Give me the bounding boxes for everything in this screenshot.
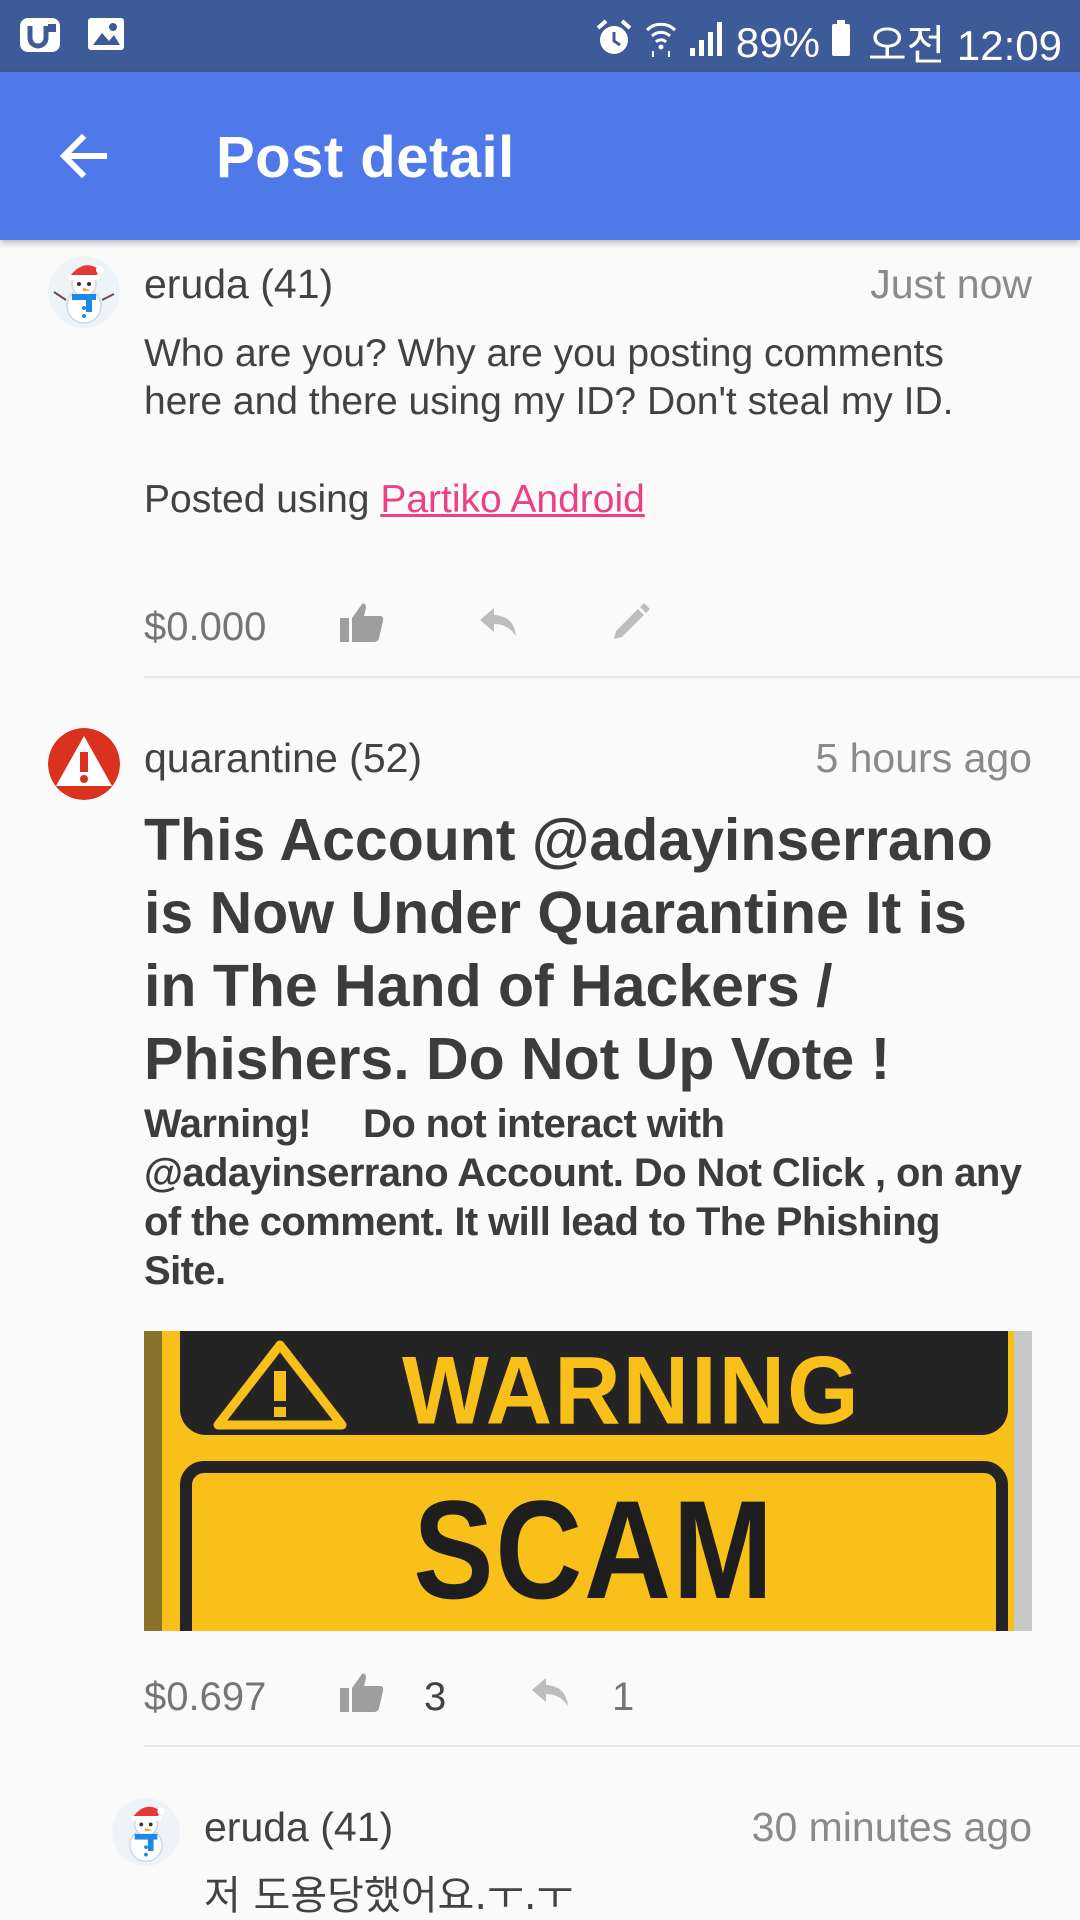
warning-rest: Do not interact with xyxy=(363,1102,725,1146)
battery-percent: 89% xyxy=(735,18,820,66)
warning-line: of the comment. It will lead to The Phis… xyxy=(144,1200,940,1244)
comment-time: 5 hours ago xyxy=(815,735,1032,781)
wifi-icon xyxy=(644,18,678,68)
gallery-icon xyxy=(86,14,126,61)
comment-time: Just now xyxy=(870,261,1032,307)
reply-icon[interactable] xyxy=(476,602,610,652)
thumb-up-icon[interactable] xyxy=(338,1670,424,1724)
edit-icon[interactable] xyxy=(610,601,652,653)
warning-line: Site. xyxy=(144,1249,226,1293)
warning-line: @adayinserrano Account. Do Not Click , o… xyxy=(144,1151,1022,1195)
posted-using: Posted using Partiko Android xyxy=(144,476,645,524)
warning-paragraph: Warning! Do not interact with @adayinserr… xyxy=(144,1100,1024,1296)
alarm-icon xyxy=(594,18,634,68)
image-border xyxy=(1014,1331,1032,1631)
status-bar: 89% 오전 12:09 xyxy=(0,0,1080,72)
warning-triangle-icon xyxy=(213,1340,347,1430)
comment-body: 저 도용당했어요.ㅜ.ㅜ xyxy=(204,1873,574,1919)
image-scam-alert-text: SCAM ALERT! xyxy=(413,1471,775,1628)
headline-line: This Account @adayinserrano xyxy=(144,807,993,873)
reply-icon[interactable] xyxy=(528,1672,612,1722)
warning-label: Warning! xyxy=(144,1102,312,1146)
app-icon xyxy=(18,14,64,61)
comment-body: Who are you? Why are you posting comment… xyxy=(144,330,1024,426)
status-bar-left xyxy=(18,14,126,61)
headline-line: Phishers. Do Not Up Vote ! xyxy=(144,1026,891,1092)
payout-value: $0.000 xyxy=(144,604,267,649)
status-bar-right: 89% 오전 12:09 xyxy=(594,12,1062,73)
divider xyxy=(144,1745,1080,1747)
reply-count: 1 xyxy=(612,1674,635,1719)
headline-line: in The Hand of Hackers / xyxy=(144,953,833,1019)
post-headline: This Account @adayinserrano is Now Under… xyxy=(144,804,1024,1096)
arrow-back-icon[interactable] xyxy=(52,124,116,188)
headline-line: is Now Under Quarantine It is xyxy=(144,880,967,946)
comment-time: 30 minutes ago xyxy=(751,1804,1032,1850)
payout-value: $0.697 xyxy=(144,1674,267,1719)
divider xyxy=(144,676,1080,678)
battery-icon xyxy=(830,18,852,68)
avatar-warning-icon[interactable] xyxy=(48,728,120,800)
page-title: Post detail xyxy=(216,125,515,190)
comment-author[interactable]: quarantine (52) xyxy=(144,735,422,782)
avatar-snowman-icon[interactable] xyxy=(48,256,120,328)
signal-icon xyxy=(688,18,726,68)
scam-alert-image[interactable]: WARNING SCAM ALERT! xyxy=(144,1331,1032,1631)
comment-author[interactable]: eruda (41) xyxy=(204,1804,393,1851)
comment-author[interactable]: eruda (41) xyxy=(144,261,333,308)
image-warning-text: WARNING xyxy=(402,1337,861,1445)
vote-count: 3 xyxy=(424,1674,447,1719)
comment-body-line: here and there using my ID? Don't steal … xyxy=(144,380,954,423)
partiko-link[interactable]: Partiko Android xyxy=(380,478,645,521)
image-border xyxy=(144,1331,162,1631)
clock: 오전 12:09 xyxy=(867,22,1062,69)
comment-actions: $0.000 xyxy=(144,602,652,652)
avatar-snowman-icon[interactable] xyxy=(112,1798,180,1866)
comment-actions: $0.697 3 1 xyxy=(144,1672,634,1722)
posted-using-prefix: Posted using xyxy=(144,478,381,521)
app-bar: Post detail xyxy=(0,72,1080,240)
thumb-up-icon[interactable] xyxy=(338,600,476,654)
comment-body-line: Who are you? Why are you posting comment… xyxy=(144,332,944,375)
warning-line: Warning! Do not interact with xyxy=(144,1100,1024,1149)
